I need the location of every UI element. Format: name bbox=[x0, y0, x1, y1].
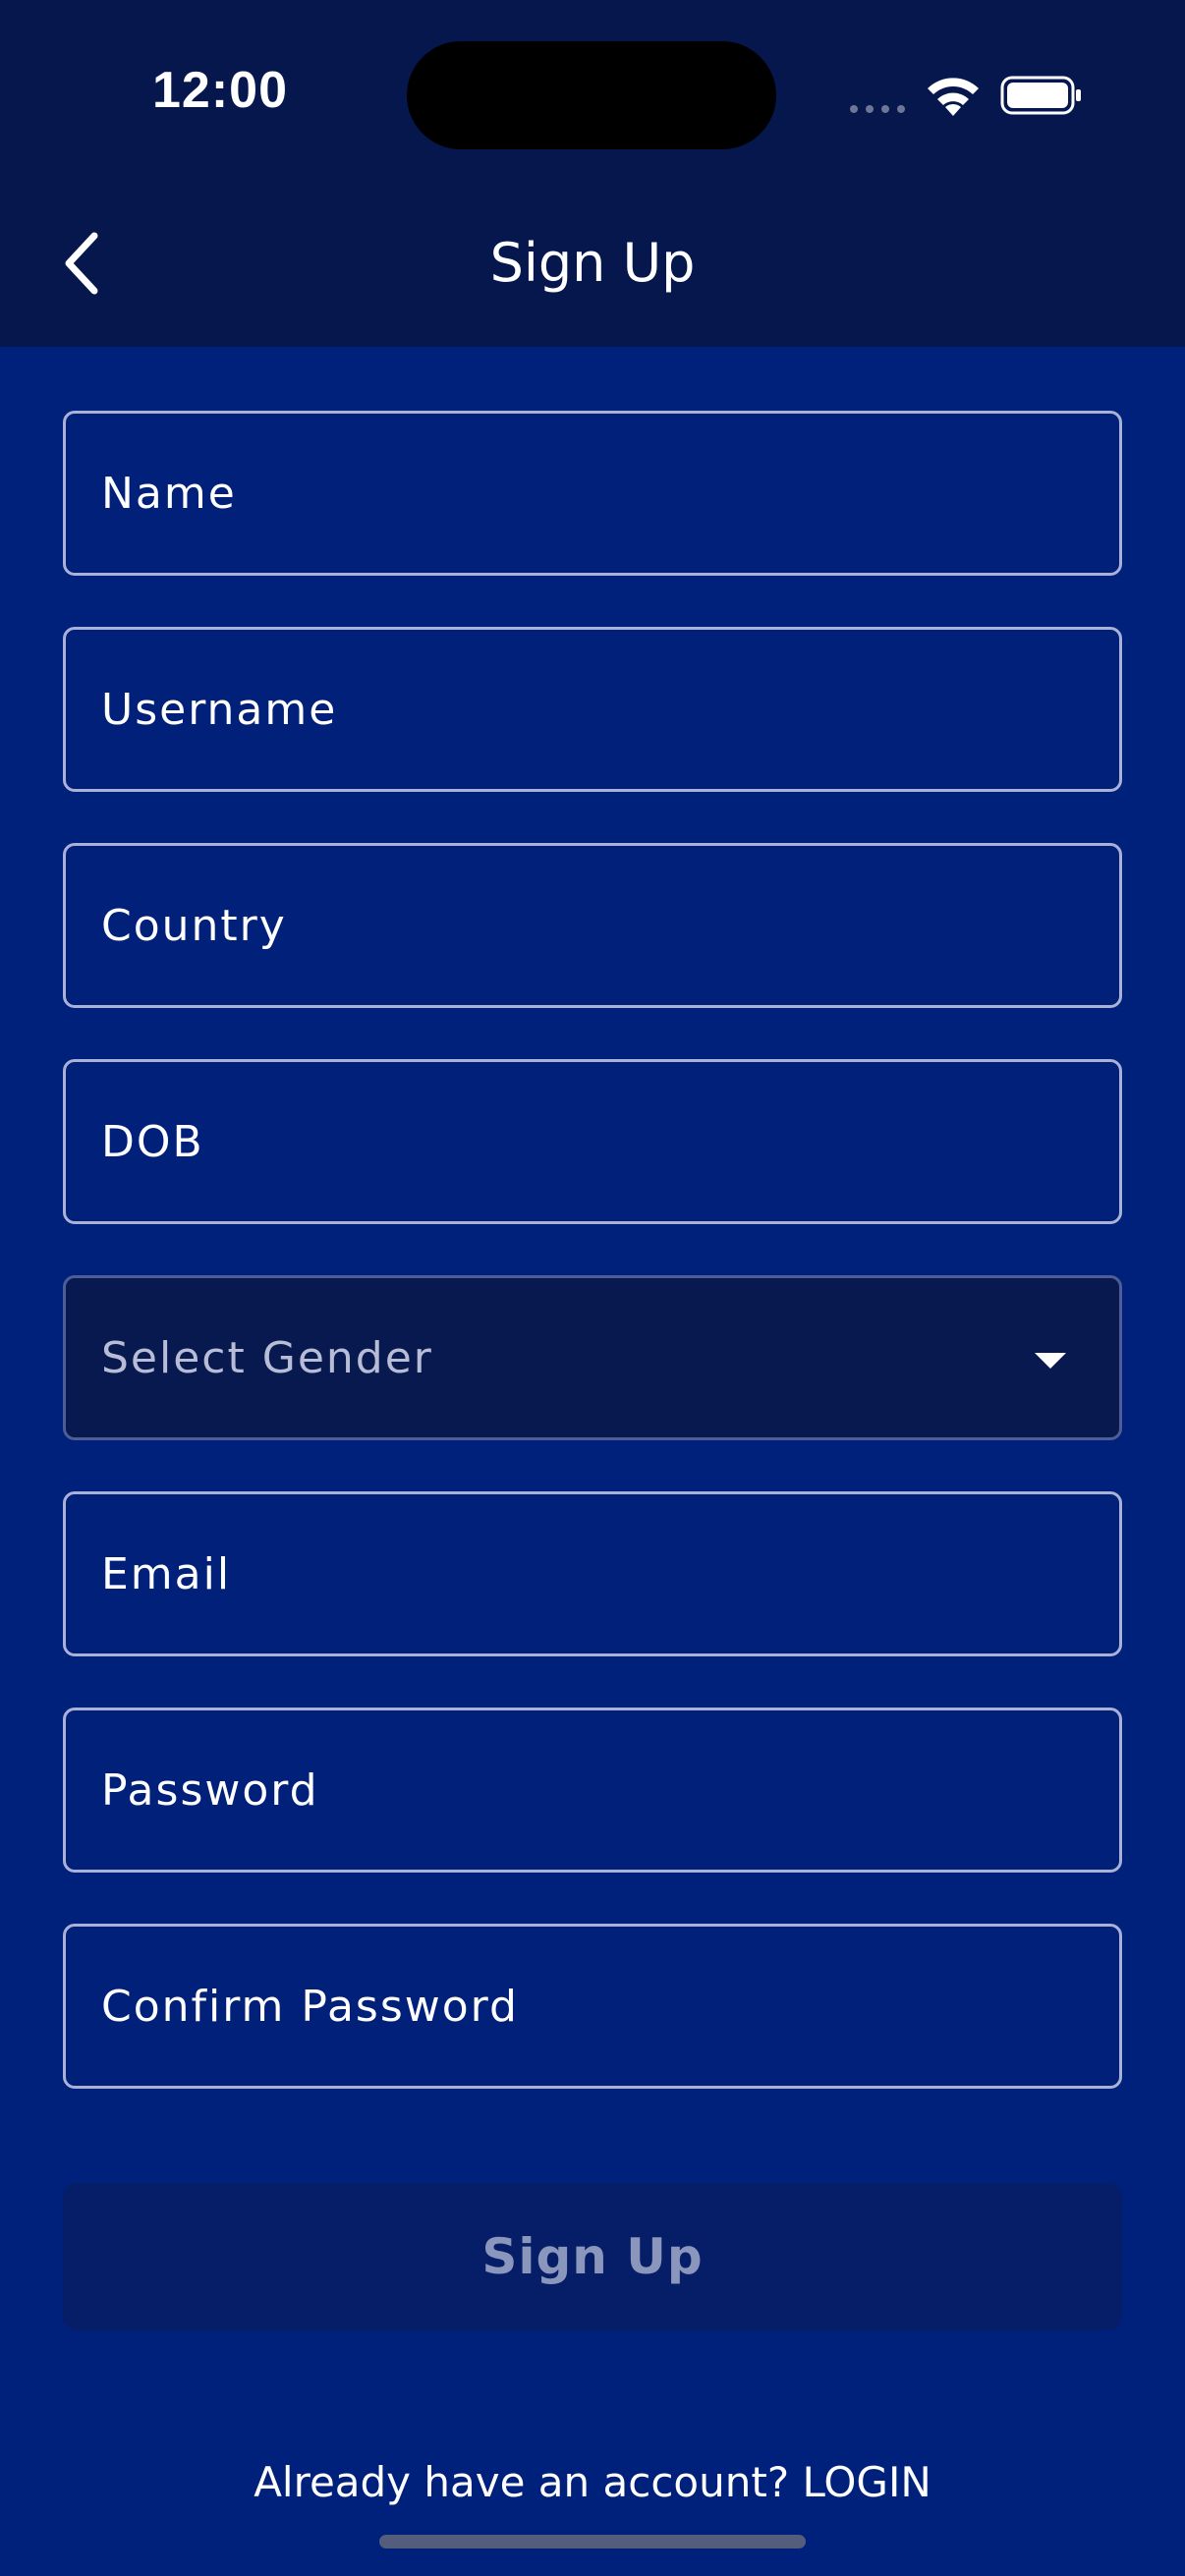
dob-field[interactable] bbox=[101, 1062, 1119, 1221]
signup-button[interactable]: Sign Up bbox=[63, 2183, 1122, 2330]
login-prompt: Already have an account? LOGIN bbox=[0, 2458, 1185, 2506]
name-field-box bbox=[63, 411, 1122, 576]
status-time: 12:00 bbox=[152, 62, 288, 119]
email-field[interactable] bbox=[101, 1494, 1119, 1653]
dob-field-box bbox=[63, 1059, 1122, 1224]
top-bar: 12:00 Sign Up bbox=[0, 0, 1185, 347]
name-field[interactable] bbox=[101, 414, 1119, 573]
gender-select-label: Select Gender bbox=[101, 1332, 433, 1383]
login-prompt-text: Already have an account? bbox=[254, 2458, 803, 2506]
signup-form: Select Gender bbox=[63, 411, 1122, 2140]
confirm-password-field[interactable] bbox=[101, 1927, 1119, 2086]
login-link[interactable]: LOGIN bbox=[802, 2458, 931, 2506]
username-field-box bbox=[63, 627, 1122, 792]
battery-icon bbox=[1000, 76, 1081, 115]
username-field[interactable] bbox=[101, 630, 1119, 789]
password-field[interactable] bbox=[101, 1710, 1119, 1870]
country-field-box bbox=[63, 843, 1122, 1008]
page-title: Sign Up bbox=[489, 232, 696, 294]
wifi-icon bbox=[928, 78, 979, 116]
caret-down-icon bbox=[1035, 1353, 1066, 1369]
email-field-box bbox=[63, 1491, 1122, 1656]
signup-screen: 12:00 Sign Up Name Username Country DOB … bbox=[0, 0, 1185, 2576]
gender-select[interactable]: Select Gender bbox=[63, 1275, 1122, 1440]
password-field-box bbox=[63, 1708, 1122, 1873]
confirm-password-field-box bbox=[63, 1924, 1122, 2089]
home-indicator bbox=[379, 2535, 806, 2548]
dynamic-island bbox=[407, 41, 776, 149]
country-field[interactable] bbox=[101, 846, 1119, 1005]
cellular-signal-icon bbox=[850, 105, 905, 113]
